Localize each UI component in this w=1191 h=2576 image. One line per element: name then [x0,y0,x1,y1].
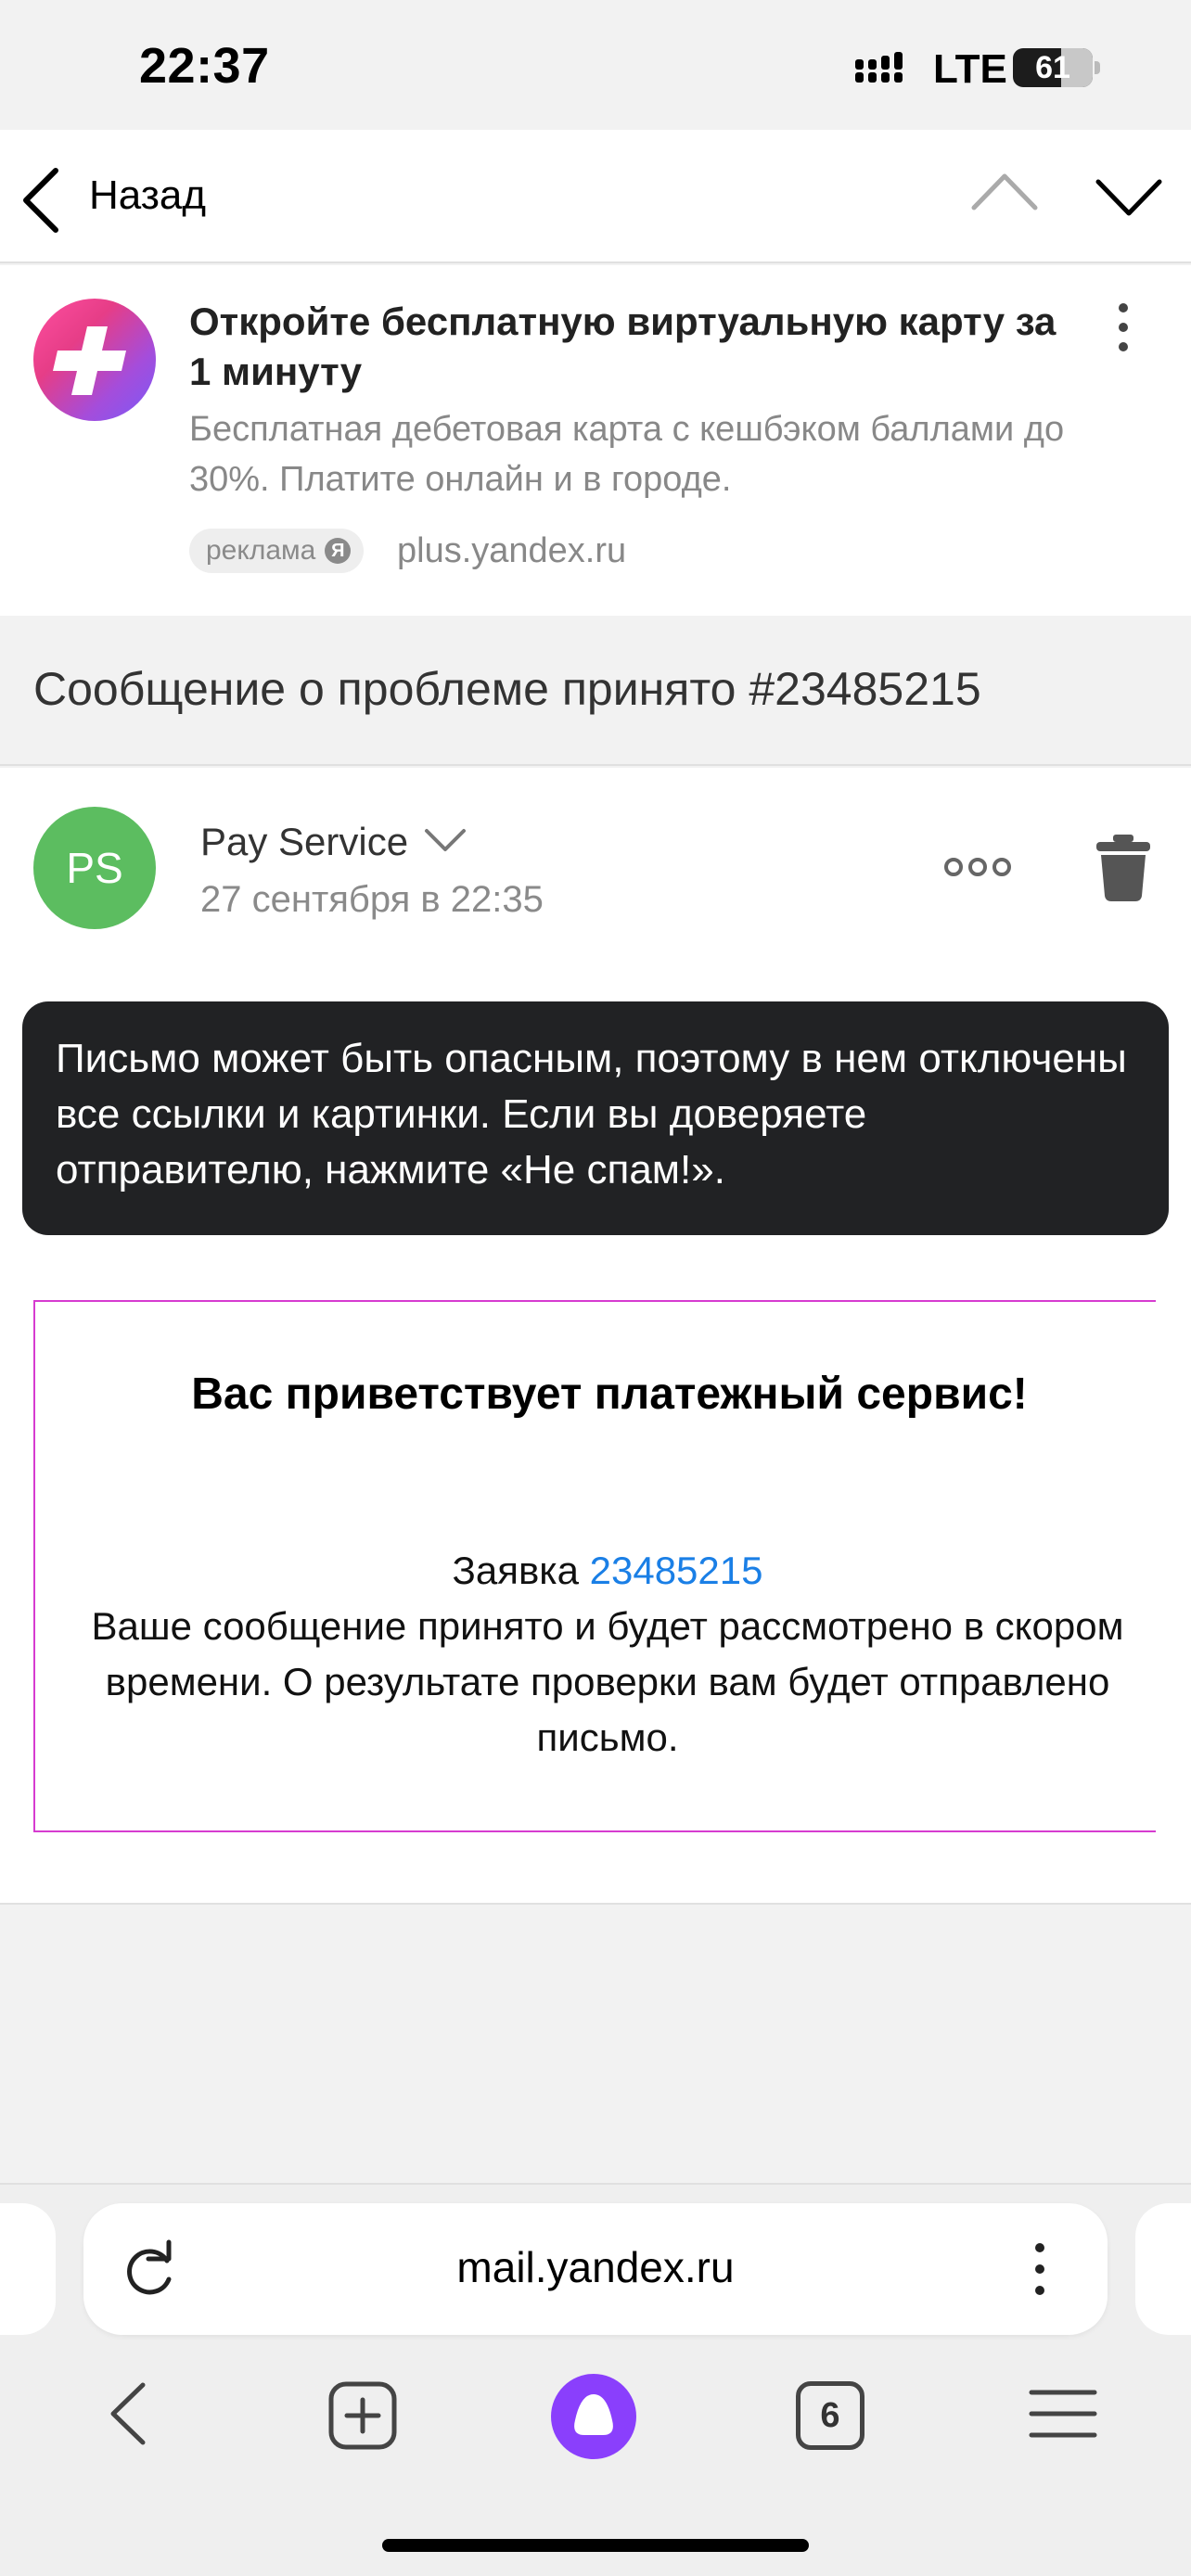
ad-title[interactable]: Откройте бесплатную виртуальную карту за… [189,297,1080,397]
arrow-down-icon[interactable] [1095,176,1163,219]
yandex-mark-icon: Я [325,538,352,564]
ad-domain[interactable]: plus.yandex.ru [397,529,626,573]
home-indicator[interactable] [382,2539,809,2552]
chevron-down-icon[interactable] [423,827,467,855]
sender-name[interactable]: Pay Service [200,820,408,864]
ad-badge-label: реклама [206,535,316,566]
trash-icon[interactable] [1095,835,1152,901]
previous-tab-card[interactable] [0,2203,56,2335]
hamburger-menu-icon[interactable] [1028,2387,1098,2441]
more-vertical-icon[interactable] [1109,302,1137,352]
message-subject: Сообщение о проблеме принято #23485215 [33,663,981,715]
ad-badge: реклама Я [189,529,365,573]
avatar[interactable]: PS [33,807,156,929]
request-label: Заявка [452,1549,579,1592]
new-tab-icon[interactable] [328,2381,397,2450]
more-horizontal-icon[interactable] [942,851,1013,883]
mail-text: Заявка 23485215 Ваше сообщение принято и… [56,1543,1159,1766]
back-icon[interactable] [104,2379,150,2448]
request-number-link[interactable]: 23485215 [590,1549,763,1592]
signal-icon [855,52,903,83]
mail-heading: Вас приветствует платежный сервис! [191,1370,1028,1419]
url-text[interactable]: mail.yandex.ru [83,2242,1108,2292]
ad-description[interactable]: Бесплатная дебетовая карта с кешбэком ба… [189,404,1154,504]
alice-icon[interactable] [551,2374,636,2459]
back-chevron-icon[interactable] [20,167,61,234]
message-date: 27 сентября в 22:35 [200,879,544,920]
battery-icon: 61 [1013,48,1093,87]
status-time: 22:37 [139,38,270,94]
next-tab-card[interactable] [1135,2203,1191,2335]
spam-warning: Письмо может быть опасным, поэтому в нем… [22,1001,1169,1235]
tabs-count-button[interactable]: 6 [796,2381,864,2450]
back-button[interactable]: Назад [89,172,206,219]
battery-level: 61 [1035,50,1070,85]
plus-logo-icon [33,299,156,421]
battery-tip [1095,61,1100,74]
mail-body-text: Ваше сообщение принято и будет рассмотре… [91,1604,1124,1759]
arrow-up-icon[interactable] [970,171,1039,213]
more-vertical-icon[interactable] [1026,2238,1054,2300]
network-label: LTE [933,46,1007,92]
